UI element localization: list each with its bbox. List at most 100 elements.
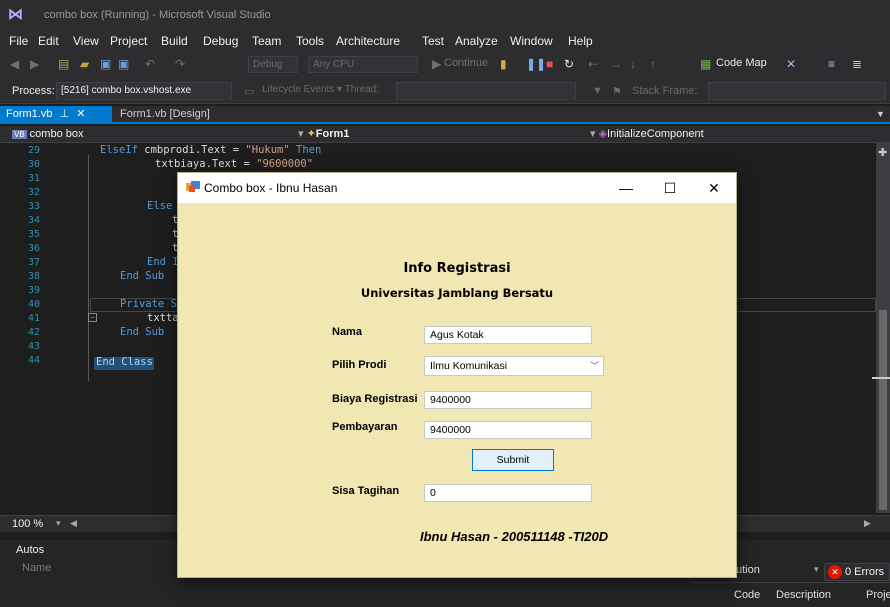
debug-location-bar: Process: [5216] combo box.vshost.exe ▭ L… <box>0 78 890 104</box>
vs-menu-bar: File Edit View Project Build Debug Team … <box>0 30 890 52</box>
dropdown-arrow-icon: ▾ <box>298 128 307 140</box>
tab-overflow-icon[interactable]: ▼ <box>870 106 890 123</box>
open-folder-icon[interactable]: ▰ <box>80 57 89 71</box>
show-next-statement-icon[interactable]: ⇠ <box>588 57 598 71</box>
menu-test[interactable]: Test <box>422 34 444 48</box>
pin-icon[interactable]: ⊥ <box>60 108 70 120</box>
minimize-button[interactable]: — <box>606 173 646 203</box>
error-list-header: Code Description Proje <box>690 582 890 607</box>
pause-icon[interactable]: ❚❚ <box>526 57 546 71</box>
menu-team[interactable]: Team <box>252 34 281 48</box>
pembayaran-input[interactable]: 9400000 <box>424 421 592 439</box>
back-icon[interactable]: ◀ <box>10 57 19 71</box>
line-number: 29 <box>27 145 40 156</box>
menu-build[interactable]: Build <box>161 34 188 48</box>
solution-platform-dropdown[interactable]: Any CPU <box>308 56 418 73</box>
stop-icon[interactable]: ■ <box>546 57 553 71</box>
project-dropdown[interactable]: VB combo box <box>8 127 308 142</box>
code-map-label[interactable]: Code Map <box>716 57 767 69</box>
comment-icon[interactable]: ≡ <box>828 57 835 71</box>
form-subheading: Universitas Jamblang Bersatu <box>360 286 554 300</box>
undo-icon[interactable]: ↶ <box>145 57 155 71</box>
code-column-header[interactable]: Code <box>734 589 760 601</box>
scroll-position-marker <box>872 377 890 379</box>
form-title-bar[interactable]: Combo box - Ibnu Hasan — ☐ ✕ <box>178 173 736 203</box>
code-map-icon[interactable]: ▦ <box>700 57 711 71</box>
solution-config-dropdown[interactable]: Debug <box>248 56 298 73</box>
error-list-scope-label[interactable]: ution <box>736 564 760 576</box>
tab-form1-design[interactable]: Form1.vb [Design] <box>114 106 216 123</box>
menu-file[interactable]: File <box>9 34 28 48</box>
description-column-header[interactable]: Description <box>776 589 831 601</box>
errors-filter-button[interactable]: ✕ 0 Errors <box>824 563 890 581</box>
menu-window[interactable]: Window <box>510 34 553 48</box>
vb-project-icon: VB <box>12 130 27 139</box>
project-column-header[interactable]: Proje <box>866 589 890 601</box>
breakpoint-toggle-icon[interactable]: ✕ <box>786 57 796 71</box>
prodi-combobox[interactable]: Ilmu Komunikasi ﹀ <box>424 356 604 376</box>
line-number: 43 <box>27 341 40 352</box>
scroll-left-icon[interactable]: ◀ <box>70 518 77 529</box>
line-number: 33 <box>27 201 40 212</box>
close-button[interactable]: ✕ <box>694 173 734 203</box>
menu-help[interactable]: Help <box>568 34 593 48</box>
new-project-icon[interactable]: ▤ <box>58 57 69 71</box>
close-icon[interactable]: ✕ <box>76 108 85 120</box>
zoom-dropdown-icon[interactable]: ▾ <box>56 518 61 529</box>
biaya-input[interactable]: 9400000 <box>424 391 592 409</box>
autos-name-column[interactable]: Name <box>22 562 51 574</box>
error-icon: ✕ <box>828 565 842 579</box>
outline-guide <box>88 155 89 381</box>
class-dropdown[interactable]: ▾ ✦Form1 <box>294 127 584 142</box>
redo-icon[interactable]: ↷ <box>175 57 185 71</box>
restart-icon[interactable]: ↻ <box>564 57 574 71</box>
step-over-icon[interactable]: ↓ <box>630 57 636 71</box>
lifecycle-events-icon[interactable]: ▭ <box>244 85 254 98</box>
split-window-icon[interactable]: ✚ <box>878 146 887 159</box>
scroll-right-icon[interactable]: ▶ <box>864 518 871 529</box>
menu-architecture[interactable]: Architecture <box>336 34 400 48</box>
process-dropdown[interactable]: [5216] combo box.vshost.exe <box>56 82 232 100</box>
menu-tools[interactable]: Tools <box>296 34 324 48</box>
scope-dropdown-icon[interactable]: ▾ <box>814 564 819 575</box>
menu-project[interactable]: Project <box>110 34 147 48</box>
code-line-41: txtta <box>147 312 179 324</box>
step-into-icon[interactable]: → <box>610 57 622 71</box>
save-all-icon[interactable]: ▣ <box>118 57 129 71</box>
tab-label: Form1.vb <box>6 108 53 120</box>
sisa-tagihan-input[interactable]: 0 <box>424 484 592 502</box>
form-app-icon <box>186 181 200 192</box>
submit-button[interactable]: Submit <box>472 449 554 471</box>
code-navigation-bar: VB combo box ▾ ✦Form1 ▾ ◈InitializeCompon… <box>0 126 890 143</box>
filter-icon[interactable]: ▼ <box>592 85 603 97</box>
form-heading: Info Registrasi <box>403 261 511 276</box>
menu-analyze[interactable]: Analyze <box>455 34 498 48</box>
lifecycle-events-dropdown[interactable]: Lifecycle Events ▾ Thread: <box>258 82 386 100</box>
step-out-icon[interactable]: ↑ <box>650 57 656 71</box>
line-number: 31 <box>27 173 40 184</box>
forward-icon[interactable]: ▶ <box>30 57 39 71</box>
uncomment-icon[interactable]: ≣ <box>852 57 862 71</box>
flag-icon[interactable]: ⚑ <box>612 85 622 98</box>
nama-input[interactable]: Agus Kotak <box>424 326 592 344</box>
maximize-button[interactable]: ☐ <box>650 173 690 203</box>
menu-edit[interactable]: Edit <box>38 34 59 48</box>
stack-frame-dropdown[interactable] <box>708 82 886 100</box>
thread-dropdown[interactable] <box>396 82 576 100</box>
menu-view[interactable]: View <box>73 34 99 48</box>
debug-target-icon[interactable]: ▮ <box>500 57 507 71</box>
continue-icon[interactable]: ▶ <box>432 57 441 71</box>
zoom-level[interactable]: 100 % <box>12 518 43 530</box>
chevron-down-icon[interactable]: ﹀ <box>590 357 599 375</box>
nama-label: Nama <box>332 326 362 338</box>
continue-label[interactable]: Continue <box>444 57 488 69</box>
line-number: 41 <box>27 313 40 324</box>
collapse-icon[interactable]: − <box>88 313 97 322</box>
vs-title-bar: ⋈ combo box (Running) - Microsoft Visual… <box>0 0 890 30</box>
line-number: 35 <box>27 229 40 240</box>
editor-scroll-thumb[interactable] <box>879 310 887 510</box>
menu-debug[interactable]: Debug <box>203 34 238 48</box>
tab-form1-vb[interactable]: Form1.vb ⊥ ✕ <box>0 106 112 123</box>
save-icon[interactable]: ▣ <box>100 57 111 71</box>
member-dropdown[interactable]: ▾ ◈InitializeComponent <box>586 127 876 142</box>
